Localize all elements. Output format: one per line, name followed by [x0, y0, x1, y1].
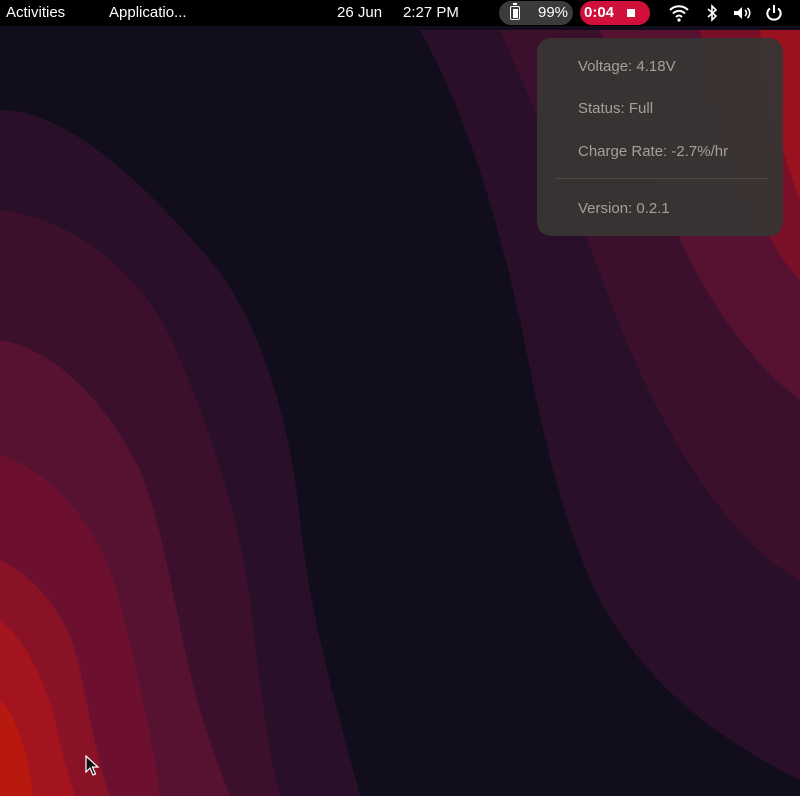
battery-status[interactable]: Status: Full	[578, 100, 653, 117]
volume-icon[interactable]	[731, 2, 753, 24]
battery-charge-rate[interactable]: Charge Rate: -2.7%/hr	[578, 143, 728, 160]
stop-icon[interactable]	[627, 9, 635, 17]
wifi-icon[interactable]	[668, 2, 690, 24]
recording-time: 0:04	[584, 4, 615, 21]
clock-time[interactable]: 2:27 PM	[403, 0, 459, 26]
power-icon[interactable]	[763, 2, 785, 24]
mouse-pointer-icon	[85, 755, 99, 776]
battery-details-popup: Voltage: 4.18V Status: Full Charge Rate:…	[537, 38, 783, 236]
applications-menu[interactable]: Applicatio...	[109, 0, 187, 26]
top-bar: Activities Applicatio... 26 Jun 2:27 PM …	[0, 0, 800, 26]
battery-percent: 99%	[538, 4, 569, 21]
popup-separator	[555, 178, 767, 179]
clock-date[interactable]: 26 Jun	[337, 0, 382, 26]
battery-icon	[510, 3, 520, 20]
extension-version[interactable]: Version: 0.2.1	[578, 200, 670, 217]
activities-button[interactable]: Activities	[6, 0, 65, 26]
bluetooth-icon[interactable]	[701, 2, 723, 24]
battery-indicator[interactable]: 99%	[499, 1, 573, 25]
battery-voltage[interactable]: Voltage: 4.18V	[578, 58, 676, 75]
screen-recording-indicator[interactable]: 0:04	[580, 1, 650, 25]
